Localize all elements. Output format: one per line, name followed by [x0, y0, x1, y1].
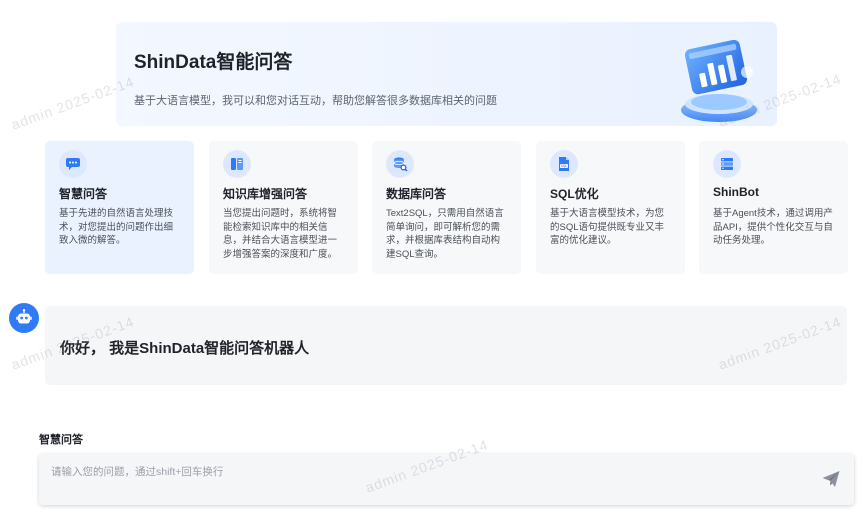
card-description: 当您提出问题时，系统将智能检索知识库中的相关信息，并结合大语言模型进一步增强答案… [223, 208, 338, 260]
database-search-icon [386, 150, 414, 178]
card-title: 智慧问答 [59, 187, 108, 201]
feature-card-shinbot[interactable]: ShinBot 基于Agent技术，通过调用产品API，提供个性化交互与自动任务… [699, 141, 848, 274]
hero-banner: ShinData智能问答 基于大语言模型，我可以和您对话互动，帮助您解答很多数据… [116, 22, 777, 126]
question-input-box [39, 454, 854, 505]
bot-avatar [9, 303, 39, 333]
server-stack-icon [713, 150, 741, 178]
greeting-message: 你好， 我是ShinData智能问答机器人 [45, 306, 847, 385]
svg-text:SQL: SQL [561, 164, 568, 168]
hero-description: 基于大语言模型，我可以和您对话互动，帮助您解答很多数据库相关的问题 [134, 95, 497, 107]
chart-illustration-icon [681, 39, 757, 122]
feature-card-sql-optimize[interactable]: SQL SQL优化 基于大语言模型技术，为您的SQL语句提供既专业又丰富的优化建… [536, 141, 685, 274]
card-title: 数据库问答 [386, 187, 447, 201]
hero-title: ShinData智能问答 [134, 52, 293, 73]
sql-file-icon: SQL [550, 150, 578, 178]
send-button[interactable] [820, 468, 842, 490]
card-description: 基于Agent技术，通过调用产品API，提供个性化交互与自动任务处理。 [713, 208, 833, 246]
card-title: 知识库增强问答 [223, 187, 308, 201]
feature-card-database-qa[interactable]: 数据库问答 Text2SQL，只需用自然语言简单询问，即可解析您的需求，并根据库… [372, 141, 521, 274]
question-input[interactable] [51, 462, 791, 482]
greeting-text: 你好， 我是ShinData智能问答机器人 [60, 340, 310, 357]
robot-icon [16, 309, 32, 324]
book-icon [223, 150, 251, 178]
card-description: 基于先进的自然语言处理技术，对您提出的问题作出细致入微的解答。 [59, 208, 174, 246]
chat-bubble-icon [59, 150, 87, 178]
card-title: SQL优化 [550, 187, 599, 201]
feature-card-knowledge-qa[interactable]: 知识库增强问答 当您提出问题时，系统将智能检索知识库中的相关信息，并结合大语言模… [209, 141, 358, 274]
card-title: ShinBot [713, 185, 759, 199]
input-mode-label: 智慧问答 [39, 434, 83, 446]
card-description: 基于大语言模型技术，为您的SQL语句提供既专业又丰富的优化建议。 [550, 208, 665, 246]
card-description: Text2SQL，只需用自然语言简单询问，即可解析您的需求，并根据库表结构自动构… [386, 208, 504, 260]
paper-plane-icon [822, 471, 840, 487]
feature-card-smart-qa[interactable]: 智慧问答 基于先进的自然语言处理技术，对您提出的问题作出细致入微的解答。 [45, 141, 194, 274]
